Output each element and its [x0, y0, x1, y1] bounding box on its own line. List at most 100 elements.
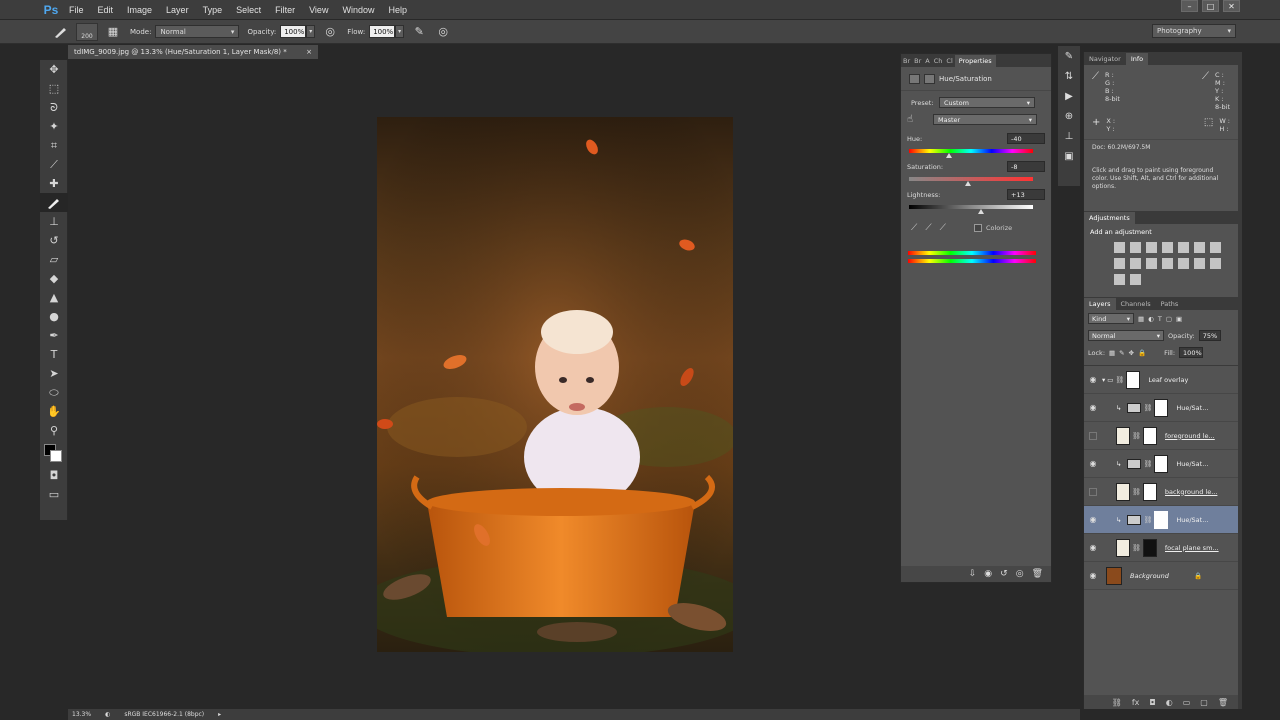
layer-row[interactable]: ◉ ⛓ focal plane sm...	[1084, 534, 1238, 562]
layer-mask-thumbnail[interactable]	[1142, 426, 1157, 445]
curves-icon[interactable]	[1146, 242, 1157, 253]
tab-properties[interactable]: Properties	[954, 54, 996, 67]
eyedropper-add-icon[interactable]: ⟋	[925, 223, 931, 233]
layer-style-icon[interactable]: fx	[1132, 698, 1140, 707]
magic-wand-tool-icon[interactable]: ✦	[40, 117, 68, 136]
lock-image-icon[interactable]: ✎	[1119, 349, 1124, 357]
threshold-icon[interactable]	[1210, 258, 1221, 269]
delete-adjustment-icon[interactable]: 🗑	[1032, 569, 1043, 579]
menu-layer[interactable]: Layer	[159, 5, 196, 15]
channel-select[interactable]: Master ▾	[933, 114, 1037, 125]
tab-brush[interactable]: Br	[901, 57, 912, 65]
eyedropper-icon[interactable]: ⟋	[911, 223, 917, 233]
exposure-icon[interactable]	[1162, 242, 1173, 253]
blur-tool-icon[interactable]: ▲	[40, 288, 68, 307]
gradient-map-icon[interactable]	[1130, 274, 1141, 285]
tab-character-styles[interactable]: Ch	[932, 57, 945, 65]
lightness-slider-thumb[interactable]	[978, 209, 984, 214]
pressure-size-icon[interactable]: ◎	[434, 24, 452, 40]
clone-stamp-tool-icon[interactable]: ⊥	[40, 212, 68, 231]
marquee-tool-icon[interactable]: ⬚	[40, 79, 68, 98]
new-group-icon[interactable]: ▭	[1183, 698, 1191, 707]
brightness-contrast-icon[interactable]	[1114, 242, 1125, 253]
hand-tool-icon[interactable]: ✋	[40, 402, 68, 421]
flow-dropdown-icon[interactable]: ▾	[395, 25, 405, 38]
document-image[interactable]	[377, 117, 733, 652]
lock-position-icon[interactable]: ✥	[1129, 349, 1134, 357]
menu-filter[interactable]: Filter	[268, 5, 302, 15]
adjustment-layer-icon[interactable]	[909, 73, 920, 84]
crop-tool-icon[interactable]: ⌗	[40, 136, 68, 155]
filter-shape-icon[interactable]: ▢	[1166, 315, 1172, 323]
saturation-slider-thumb[interactable]	[965, 181, 971, 186]
menu-help[interactable]: Help	[381, 5, 414, 15]
panel-scrollbar[interactable]	[1238, 52, 1242, 709]
tab-layers[interactable]: Layers	[1084, 297, 1116, 310]
delete-layer-icon[interactable]: 🗑	[1218, 698, 1228, 707]
new-layer-icon[interactable]: ▢	[1200, 698, 1208, 707]
eyedropper-tool-icon[interactable]: ⟋	[40, 155, 68, 174]
paint-bucket-tool-icon[interactable]: ◆	[40, 269, 68, 288]
brush-tool-icon[interactable]	[40, 193, 68, 212]
posterize-icon[interactable]	[1194, 258, 1205, 269]
filter-smart-object-icon[interactable]: ▣	[1176, 315, 1182, 323]
opacity-input[interactable]: 100%	[280, 25, 307, 38]
eye-icon[interactable]: ◉	[1084, 515, 1102, 524]
lasso-tool-icon[interactable]: ᘐ	[40, 98, 68, 117]
eye-icon[interactable]: ◉	[1084, 375, 1102, 384]
layer-thumbnail[interactable]	[1116, 538, 1130, 557]
black-white-icon[interactable]	[1114, 258, 1125, 269]
quick-mask-icon[interactable]: ◘	[40, 466, 68, 485]
filter-type-icon[interactable]: T	[1158, 315, 1162, 323]
layer-row-selected[interactable]: ◉ ↳ ⛓ Hue/Sat...	[1084, 506, 1238, 534]
layer-thumbnail[interactable]	[1116, 482, 1130, 501]
path-selection-tool-icon[interactable]: ➤	[40, 364, 68, 383]
screen-mode-icon[interactable]: ▭	[40, 485, 68, 504]
history-brush-tool-icon[interactable]: ↺	[40, 231, 68, 250]
brush-tool-preset-icon[interactable]	[46, 23, 76, 41]
lightness-input[interactable]: +13	[1007, 189, 1045, 200]
workspace-select[interactable]: Photography ▾	[1152, 24, 1236, 38]
preset-select[interactable]: Custom ▾	[939, 97, 1035, 108]
flow-input[interactable]: 100%	[369, 25, 396, 38]
view-previous-state-icon[interactable]: ◉	[984, 569, 992, 579]
eye-icon[interactable]: ◉	[1084, 571, 1102, 580]
document-tab[interactable]: tdIMG_9009.jpg @ 13.3% (Hue/Saturation 1…	[68, 45, 318, 59]
hue-input[interactable]: -40	[1007, 133, 1045, 144]
adjust-strip-icon[interactable]: ⇅	[1058, 66, 1080, 86]
tool-presets-strip-icon[interactable]: ⊥	[1058, 126, 1080, 146]
menu-view[interactable]: View	[302, 5, 335, 15]
layer-thumbnail[interactable]	[1116, 426, 1130, 445]
hue-slider[interactable]	[909, 149, 1033, 158]
channel-mixer-icon[interactable]	[1146, 258, 1157, 269]
tab-clone-source[interactable]: Cl	[944, 57, 954, 65]
tab-adjustments[interactable]: Adjustments	[1084, 211, 1135, 224]
selective-color-icon[interactable]	[1114, 274, 1125, 285]
color-swatches[interactable]	[40, 440, 67, 466]
zoom-tool-icon[interactable]: ⚲	[40, 421, 68, 440]
maximize-button[interactable]: □	[1202, 0, 1219, 12]
vibrance-icon[interactable]	[1178, 242, 1189, 253]
layer-mask-thumbnail[interactable]	[1154, 510, 1169, 529]
pressure-opacity-icon[interactable]: ◎	[321, 24, 339, 40]
visibility-off-box[interactable]	[1089, 431, 1097, 440]
adjustment-thumbnail[interactable]	[1127, 402, 1142, 413]
menu-select[interactable]: Select	[229, 5, 268, 15]
brush-size-picker[interactable]: 200	[76, 22, 98, 41]
menu-edit[interactable]: Edit	[91, 5, 121, 15]
layer-mask-thumbnail[interactable]	[1154, 398, 1169, 417]
actions-strip-icon[interactable]: ▶	[1058, 86, 1080, 106]
tab-paths[interactable]: Paths	[1156, 298, 1184, 310]
clone-source-strip-icon[interactable]: ⊕	[1058, 106, 1080, 126]
reset-adjustment-icon[interactable]: ↺	[1000, 569, 1008, 579]
tab-navigator[interactable]: Navigator	[1084, 53, 1126, 65]
background-color-swatch[interactable]	[50, 450, 62, 462]
layer-row[interactable]: ⛓ foreground le...	[1084, 422, 1238, 450]
eye-icon[interactable]: ◉	[1084, 459, 1102, 468]
eyedropper-subtract-icon[interactable]: ⟋	[940, 223, 946, 233]
properties-strip-icon[interactable]: ▣	[1058, 146, 1080, 166]
layer-thumbnail[interactable]	[1106, 566, 1122, 585]
pen-tool-icon[interactable]: ✒	[40, 326, 68, 345]
status-menu-arrow-icon[interactable]: ▸	[218, 711, 221, 718]
toggle-visibility-icon[interactable]: ◎	[1016, 569, 1024, 579]
